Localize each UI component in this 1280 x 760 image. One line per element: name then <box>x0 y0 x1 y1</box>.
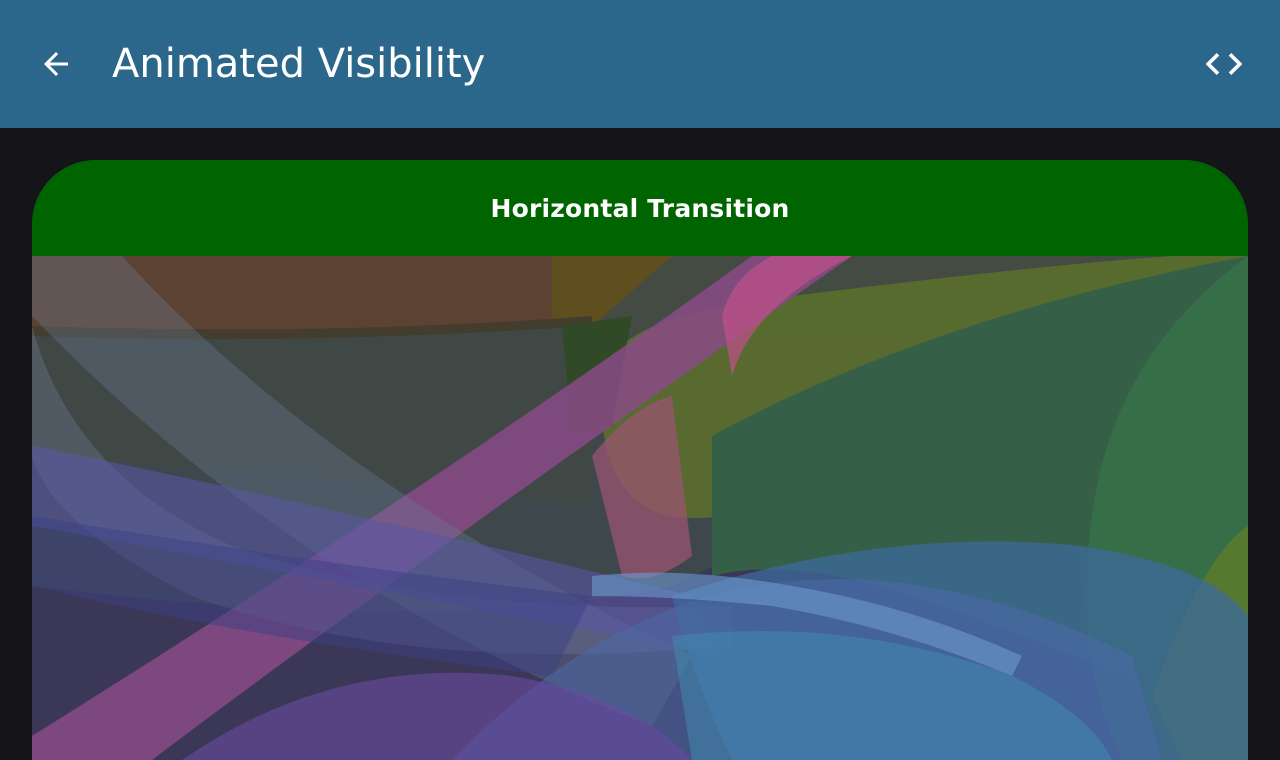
code-icon <box>1205 53 1243 75</box>
view-code-button[interactable] <box>1192 32 1256 96</box>
back-button[interactable] <box>24 32 88 96</box>
app-bar: Animated Visibility <box>0 0 1280 128</box>
animation-card: Horizontal Transition <box>32 160 1248 760</box>
arrow-back-icon <box>44 52 68 76</box>
card-title: Horizontal Transition <box>490 193 790 223</box>
page-title: Animated Visibility <box>112 41 486 87</box>
card-header[interactable]: Horizontal Transition <box>32 160 1248 256</box>
animated-background-art <box>32 256 1248 760</box>
